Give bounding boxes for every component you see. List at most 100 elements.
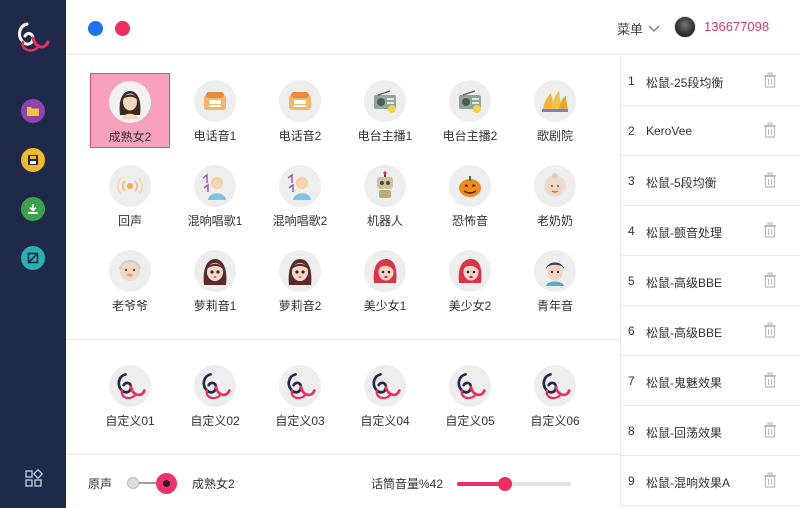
preset-name: 松鼠-高级BBE (646, 276, 723, 290)
youth-icon (534, 250, 576, 292)
preset-row[interactable]: 1 松鼠-25段均衡 (621, 56, 800, 106)
preset-row[interactable]: 9 松鼠-混响效果A (621, 456, 800, 506)
folder-icon (27, 107, 39, 116)
trash-icon[interactable] (763, 272, 777, 288)
voice-item[interactable]: 电话音2 (260, 73, 340, 148)
trash-icon[interactable] (763, 422, 777, 438)
beauty-icon (449, 250, 491, 292)
preset-name: 松鼠-回荡效果 (646, 426, 722, 440)
trash-icon[interactable] (763, 222, 777, 238)
trash-icon[interactable] (763, 322, 777, 338)
red-dot-button[interactable] (115, 21, 130, 36)
voice-item[interactable]: 恐怖音 (430, 158, 510, 233)
singer-icon (194, 165, 236, 207)
user-phone[interactable]: 136677098 (704, 19, 769, 34)
voice-label: 电话音1 (193, 129, 237, 143)
header: 菜单 136677098 (66, 0, 800, 55)
main-panel: 成熟女2 电话音1 电话音2 电台主播1 电台主播2 歌剧院回声 混响唱歌1 混响唱歌2 机器人… (66, 56, 620, 508)
menu-dropdown[interactable]: 菜单 (617, 19, 660, 38)
trash-icon[interactable] (763, 72, 777, 88)
custom-voice-item[interactable]: 自定义03 (260, 358, 340, 433)
grandma-icon (534, 165, 576, 207)
voice-label: 萝莉音2 (278, 299, 322, 313)
trash-icon[interactable] (763, 172, 777, 188)
sidebar-item-download[interactable] (21, 197, 45, 221)
preset-number: 2 (628, 124, 635, 138)
preset-row[interactable]: 8 松鼠-回荡效果 (621, 406, 800, 456)
beauty-icon (364, 250, 406, 292)
voice-item[interactable]: 混响唱歌1 (175, 158, 255, 233)
mic-volume-slider[interactable] (457, 477, 571, 491)
voice-item[interactable]: 萝莉音2 (260, 243, 340, 318)
voice-label: 老爷爷 (111, 299, 148, 313)
preset-name: 松鼠-混响效果A (646, 476, 731, 490)
block-icon (27, 252, 39, 264)
custom-voice-item[interactable]: 自定义01 (90, 358, 170, 433)
preset-row[interactable]: 6 松鼠-高级BBE (621, 306, 800, 356)
custom-icon (449, 365, 491, 407)
preset-name: 松鼠-颤音处理 (646, 226, 722, 240)
voice-item[interactable]: 电话音1 (175, 73, 255, 148)
mic-volume-label: 话筒音量%42 (371, 477, 444, 491)
apps-icon[interactable] (24, 469, 44, 489)
trash-icon[interactable] (763, 122, 777, 138)
voice-label: 青年音 (536, 299, 573, 313)
preset-row[interactable]: 3 松鼠-5段均衡 (621, 156, 800, 206)
custom-voice-item[interactable]: 自定义02 (175, 358, 255, 433)
robot-icon (364, 165, 406, 207)
phone-icon (279, 80, 321, 122)
app-logo (18, 22, 50, 52)
voice-item[interactable]: 老爷爷 (90, 243, 170, 318)
voice-item[interactable]: 老奶奶 (515, 158, 595, 233)
save-icon (28, 155, 38, 165)
toggle-off-knob[interactable] (127, 477, 139, 489)
avatar[interactable] (674, 16, 696, 38)
voice-item[interactable]: 萝莉音1 (175, 243, 255, 318)
pumpkin-icon (449, 165, 491, 207)
sidebar-item-block[interactable] (21, 246, 45, 270)
custom-voice-item[interactable]: 自定义04 (345, 358, 425, 433)
voice-item[interactable]: 歌剧院 (515, 73, 595, 148)
voice-item[interactable]: 电台主播1 (345, 73, 425, 148)
preset-list: 1 松鼠-25段均衡 2 KeroVee 3 松鼠-5段均衡 4 松鼠-颤音处理 5 松鼠-高级B… (620, 56, 800, 508)
voice-label: 美少女2 (448, 299, 492, 313)
custom-voice-label: 自定义02 (190, 414, 240, 428)
preset-row[interactable]: 5 松鼠-高级BBE (621, 256, 800, 306)
custom-voice-label: 自定义04 (360, 414, 410, 428)
preset-row[interactable]: 2 KeroVee (621, 106, 800, 156)
voice-item[interactable]: 混响唱歌2 (260, 158, 340, 233)
chevron-down-icon (648, 25, 660, 32)
sidebar-item-save[interactable] (21, 148, 45, 172)
custom-icon (194, 365, 236, 407)
trash-icon[interactable] (763, 472, 777, 488)
voice-item[interactable]: 美少女2 (430, 243, 510, 318)
toggle-on-knob[interactable] (156, 473, 177, 494)
voice-label: 回声 (117, 214, 142, 228)
preset-number: 3 (628, 174, 635, 188)
blue-dot-button[interactable] (88, 21, 103, 36)
preset-name: 松鼠-25段均衡 (646, 76, 724, 90)
preset-name: 松鼠-鬼魅效果 (646, 376, 722, 390)
phone-icon (194, 80, 236, 122)
voice-label: 萝莉音1 (193, 299, 237, 313)
voice-label: 混响唱歌2 (272, 214, 328, 228)
sidebar-item-folder[interactable] (21, 99, 45, 123)
voice-item[interactable]: 青年音 (515, 243, 595, 318)
voice-label: 恐怖音 (451, 214, 488, 228)
voice-item[interactable]: 成熟女2 (90, 73, 170, 148)
voice-item[interactable]: 回声 (90, 158, 170, 233)
trash-icon[interactable] (763, 372, 777, 388)
voice-label: 混响唱歌1 (187, 214, 243, 228)
voice-item[interactable]: 机器人 (345, 158, 425, 233)
radio-icon (364, 80, 406, 122)
bottom-bar: 原声 成熟女2 话筒音量%42 (66, 454, 620, 508)
girl-icon (279, 250, 321, 292)
preset-row[interactable]: 4 松鼠-颤音处理 (621, 206, 800, 256)
custom-voice-item[interactable]: 自定义06 (515, 358, 595, 433)
preset-row[interactable]: 7 松鼠-鬼魅效果 (621, 356, 800, 406)
custom-voice-label: 自定义01 (105, 414, 155, 428)
custom-voice-item[interactable]: 自定义05 (430, 358, 510, 433)
slider-thumb[interactable] (497, 477, 512, 491)
voice-item[interactable]: 电台主播2 (430, 73, 510, 148)
voice-item[interactable]: 美少女1 (345, 243, 425, 318)
